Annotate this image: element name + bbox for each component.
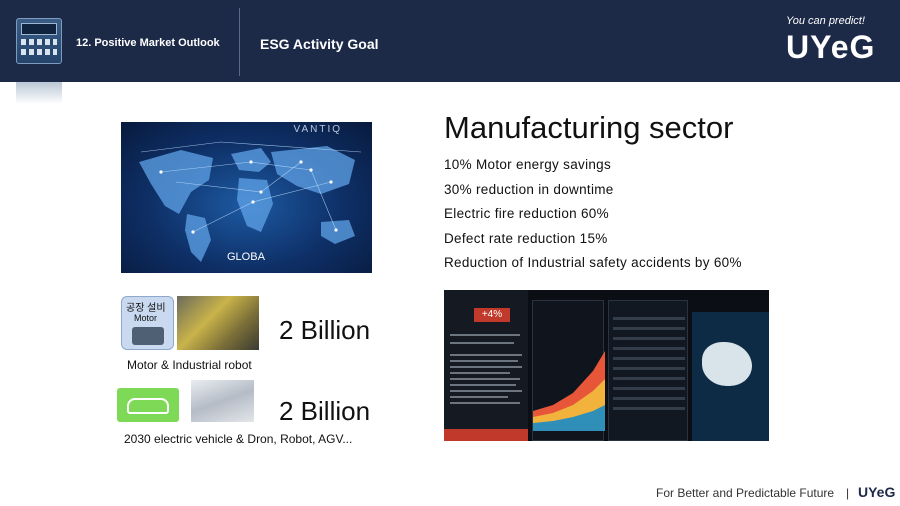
stacked-area-graphic [533, 351, 605, 431]
dashboard-chart-panel [532, 300, 605, 441]
dashboard-table-row [613, 367, 685, 370]
energy-dashboard-image: +4% [444, 290, 769, 441]
header-bar: 12. Positive Market Outlook ESG Activity… [0, 0, 900, 82]
dashboard-text-line [450, 396, 508, 398]
header-divider [239, 8, 240, 76]
map-caption: GLOBA [227, 251, 265, 263]
dashboard-text-line [450, 342, 514, 344]
goal-item: 10% Motor energy savings [444, 157, 612, 172]
device-display [21, 23, 57, 35]
dashboard-text-line [450, 360, 518, 362]
dashboard-text-line [450, 390, 522, 392]
ev-robot-market-figure: 2 Billion [279, 396, 371, 426]
ev-robot-caption: 2030 electric vehicle & Dron, Robot, AGV… [124, 432, 353, 446]
device-terminal-row [21, 39, 57, 45]
dashboard-text-line [450, 384, 516, 386]
goal-item: Electric fire reduction 60% [444, 206, 609, 221]
motor-equipment-card: 공장 설비 Motor [121, 296, 174, 350]
dashboard-text-line [450, 372, 510, 374]
dashboard-globe-landmass [702, 342, 752, 386]
sector-title: Manufacturing sector [444, 110, 734, 145]
world-network-map-image: VANTIQ GLOBA [121, 122, 372, 273]
footer-logo: UYeG [858, 484, 896, 500]
device-terminal-row [21, 49, 57, 55]
brand-logo: UYeG [786, 29, 876, 65]
dashboard-table-panel [608, 300, 688, 441]
dashboard-footer-bar [444, 429, 528, 441]
footer-slogan: For Better and Predictable Future [656, 486, 835, 500]
device-image [16, 18, 62, 64]
map-watermark: VANTIQ [293, 124, 342, 135]
motor-robot-market-figure: 2 Billion [279, 315, 371, 345]
section-label: 12. Positive Market Outlook [76, 37, 220, 49]
motor-card-korean-label: 공장 설비 [126, 303, 166, 314]
motor-robot-caption: Motor & Industrial robot [127, 358, 252, 372]
brand-tagline: You can predict! [786, 15, 865, 27]
dashboard-text-line [450, 366, 522, 368]
dashboard-article-panel: +4% [444, 290, 528, 441]
dashboard-table-row [613, 327, 685, 330]
motor-icon [132, 327, 164, 345]
dashboard-globe-panel [692, 312, 769, 441]
dashboard-text-line [450, 378, 520, 380]
industrial-robot-image [177, 296, 259, 350]
footer-separator: | [846, 486, 850, 500]
humanoid-robot-image [191, 380, 254, 422]
dashboard-text-line [450, 402, 520, 404]
dashboard-table-row [613, 387, 685, 390]
dashboard-table-row [613, 347, 685, 350]
dashboard-text-line [450, 334, 520, 336]
dashboard-table-row [613, 377, 685, 380]
dashboard-table-row [613, 337, 685, 340]
dashboard-text-line [450, 354, 522, 356]
electric-car-icon [127, 398, 169, 414]
dashboard-table-row [613, 357, 685, 360]
goal-item: Defect rate reduction 15% [444, 230, 608, 246]
goal-item: Reduction of Industrial safety accidents… [444, 255, 742, 270]
dashboard-table-row [613, 317, 685, 320]
electric-vehicle-card [117, 388, 179, 422]
device-reflection [16, 82, 62, 104]
dashboard-table-row [613, 397, 685, 400]
motor-card-label: Motor [134, 313, 158, 323]
dashboard-change-badge: +4% [474, 308, 510, 322]
dashboard-table-row [613, 407, 685, 410]
goal-item: 30% reduction in downtime [444, 181, 614, 197]
page-title: ESG Activity Goal [260, 36, 379, 52]
goal-list: 10% Motor energy savings 30% reduction i… [444, 157, 742, 280]
